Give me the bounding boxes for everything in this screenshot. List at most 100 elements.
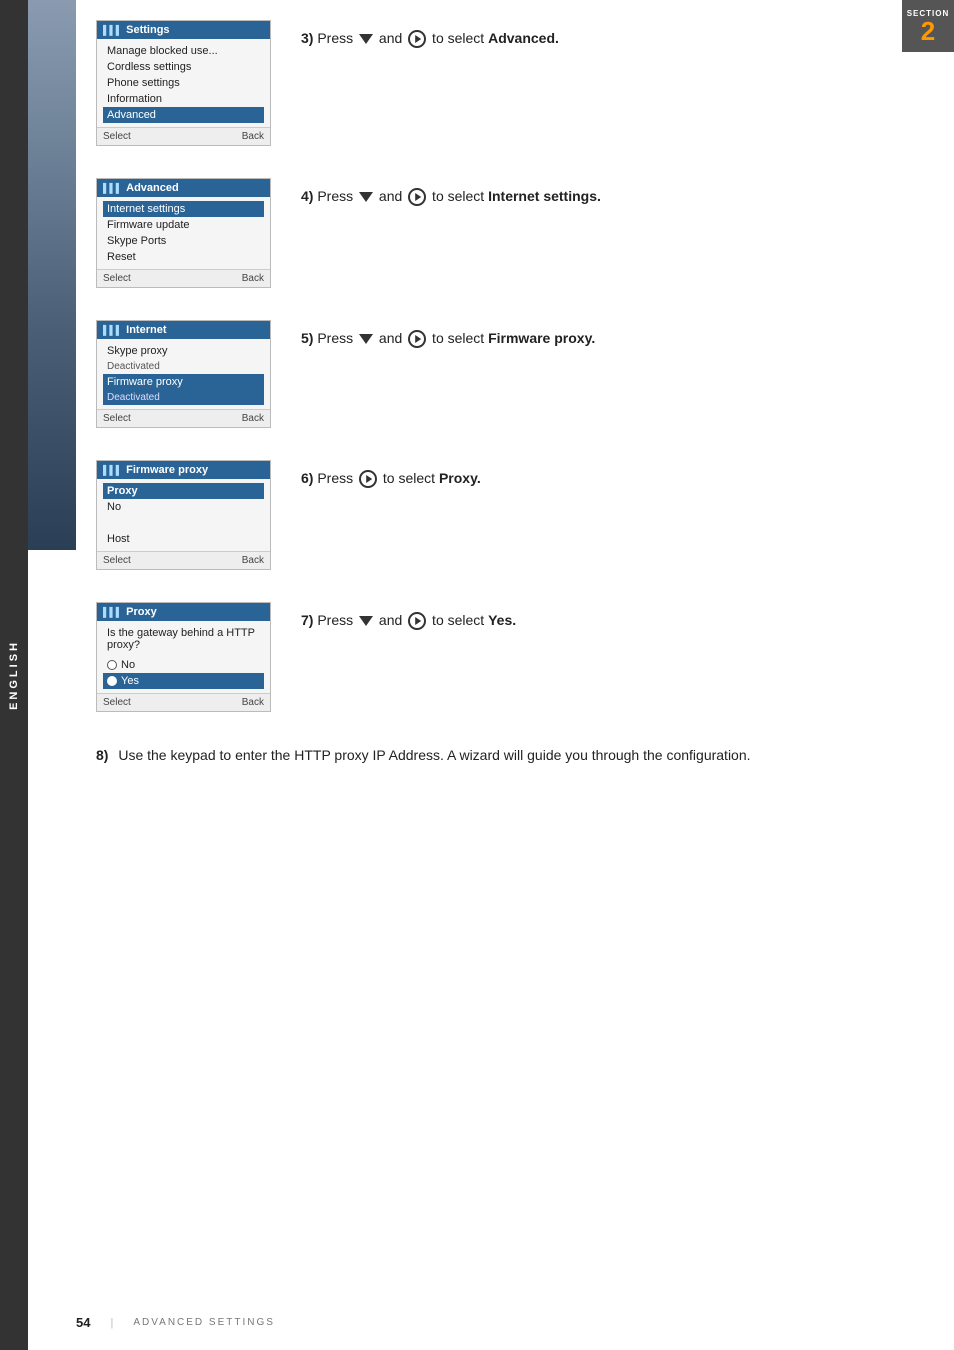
phone-body-1: Manage blocked use...Cordless settingsPh…	[97, 39, 270, 127]
phone-item-4: Advanced	[103, 107, 264, 123]
radio-label: No	[121, 659, 135, 671]
phone-item-3: Host	[103, 531, 264, 547]
phone-item-0: Skype proxy	[103, 343, 264, 359]
step-and-text: and	[375, 30, 406, 46]
phone-screen-1: ▌▌▌ Settings Manage blocked use...Cordless…	[96, 20, 271, 146]
phone-body-2: Internet settingsFirmware updateSkype Po…	[97, 197, 270, 269]
radio-dot	[107, 660, 117, 670]
step-row-3: ▌▌▌ Internet Skype proxyDeactivatedFirmwar…	[96, 320, 924, 432]
step-number: 6)	[301, 470, 317, 486]
phone-screen-col-4: ▌▌▌Firmware proxy ProxyNo Host SelectBack	[96, 460, 281, 574]
page-number: 54	[76, 1315, 90, 1330]
phone-footer-back: Back	[242, 273, 264, 284]
step-pre-text: Press	[317, 188, 357, 204]
phone-item-2: Skype Ports	[103, 233, 264, 249]
phone-item-0: Manage blocked use...	[103, 43, 264, 59]
phone-footer-5: SelectBack	[97, 693, 270, 711]
step-pre-text: Press	[317, 470, 357, 486]
language-label: ENGLISH	[8, 640, 20, 710]
signal-icon: ▌▌▌	[103, 25, 122, 35]
step-number: 5)	[301, 330, 317, 346]
phone-screen-col-5: ▌▌▌ProxyIs the gateway behind a HTTP pro…	[96, 602, 281, 716]
phone-item-1: No	[103, 499, 264, 515]
step-number: 4)	[301, 188, 317, 204]
step-and-text: and	[375, 330, 406, 346]
phone-screen-col-3: ▌▌▌ Internet Skype proxyDeactivatedFirmwar…	[96, 320, 281, 432]
step-and-text: and	[375, 188, 406, 204]
step-row-2: ▌▌▌ Advanced Internet settingsFirmware upd…	[96, 178, 924, 292]
phone-header-title: Advanced	[126, 182, 179, 194]
down-arrow-icon	[359, 616, 373, 626]
select-button-icon	[359, 470, 377, 488]
phone-header-title: Internet	[126, 324, 166, 336]
step-action-word: Internet settings.	[488, 188, 601, 204]
phone-item-2: Phone settings	[103, 75, 264, 91]
phone-header-title: Settings	[126, 24, 169, 36]
phone-item-0: Proxy	[103, 483, 264, 499]
step-pre-text: Press	[317, 30, 357, 46]
select-button-icon	[408, 188, 426, 206]
phone-screen-5: ▌▌▌ProxyIs the gateway behind a HTTP pro…	[96, 602, 271, 712]
section-number: 2	[921, 18, 935, 44]
step-post-text: to select	[428, 30, 488, 46]
down-arrow-icon	[359, 34, 373, 44]
phone-screen-4: ▌▌▌Firmware proxy ProxyNo Host SelectBack	[96, 460, 271, 570]
step-instruction-3: 5) Press and to select Firmware proxy.	[281, 320, 924, 349]
phone-body-5: Is the gateway behind a HTTP proxy?NoYes	[97, 621, 270, 693]
phone-header-2: ▌▌▌ Advanced	[97, 179, 270, 197]
step-action-word: Proxy.	[439, 470, 481, 486]
phone-screen-3: ▌▌▌ Internet Skype proxyDeactivatedFirmwar…	[96, 320, 271, 428]
step-action-word: Advanced.	[488, 30, 559, 46]
phone-subitem-0: Deactivated	[103, 359, 264, 374]
step-8-text: Use the keypad to enter the HTTP proxy I…	[118, 747, 750, 763]
signal-icon: ▌▌▌	[103, 183, 122, 193]
phone-footer-back: Back	[242, 697, 264, 708]
down-arrow-icon	[359, 192, 373, 202]
phone-header-5: ▌▌▌Proxy	[97, 603, 270, 621]
section-badge: SECTION 2	[902, 0, 954, 52]
main-content: ▌▌▌ Settings Manage blocked use...Cordless…	[76, 0, 954, 1350]
step-number: 3)	[301, 30, 317, 46]
phone-footer-2: SelectBack	[97, 269, 270, 287]
step-post-text: to select	[428, 612, 488, 628]
signal-icon: ▌▌▌	[103, 607, 122, 617]
page-footer: 54 | ADVANCED SETTINGS	[76, 1315, 924, 1330]
phone-item-1: Cordless settings	[103, 59, 264, 75]
down-arrow-icon	[359, 334, 373, 344]
step-instruction-5: 7) Press and to select Yes.	[281, 602, 924, 631]
step-row-1: ▌▌▌ Settings Manage blocked use...Cordless…	[96, 20, 924, 150]
phone-footer-select: Select	[103, 131, 131, 142]
signal-icon: ▌▌▌	[103, 325, 122, 335]
step-row-4: ▌▌▌Firmware proxy ProxyNo Host SelectBack 6)…	[96, 460, 924, 574]
step-post-text: to select	[428, 188, 488, 204]
radio-dot	[107, 676, 117, 686]
step-8-row: 8) Use the keypad to enter the HTTP prox…	[96, 744, 924, 766]
phone-item-0: Internet settings	[103, 201, 264, 217]
footer-divider: |	[110, 1317, 113, 1329]
phone-item-3: Information	[103, 91, 264, 107]
step-and-text: and	[375, 612, 406, 628]
step-instruction-2: 4) Press and to select Internet settings…	[281, 178, 924, 207]
step-post-text: to select	[428, 330, 488, 346]
phone-body-4: ProxyNo Host	[97, 479, 270, 551]
radio-label: Yes	[121, 675, 139, 687]
select-button-icon	[408, 30, 426, 48]
step-action-word: Yes.	[488, 612, 516, 628]
phone-footer-select: Select	[103, 555, 131, 566]
phone-header-4: ▌▌▌Firmware proxy	[97, 461, 270, 479]
phone-item-host	[103, 515, 264, 531]
step-instruction-4: 6) Press to select Proxy.	[281, 460, 924, 489]
step-pre-text: Press	[317, 612, 357, 628]
phone-header-title: Firmware proxy	[126, 464, 208, 476]
phone-footer-4: SelectBack	[97, 551, 270, 569]
phone-screen-2: ▌▌▌ Advanced Internet settingsFirmware upd…	[96, 178, 271, 288]
phone-body-3: Skype proxyDeactivatedFirmware proxyDeac…	[97, 339, 270, 409]
footer-section-text: ADVANCED SETTINGS	[133, 1317, 275, 1328]
radio-item: No	[103, 657, 264, 673]
phone-item-1: Firmware proxy	[103, 374, 264, 390]
decorative-strip	[28, 0, 76, 550]
step-8-number: 8)	[96, 747, 108, 763]
phone-footer-select: Select	[103, 413, 131, 424]
step-pre-text: Press	[317, 330, 357, 346]
phone-footer-back: Back	[242, 131, 264, 142]
